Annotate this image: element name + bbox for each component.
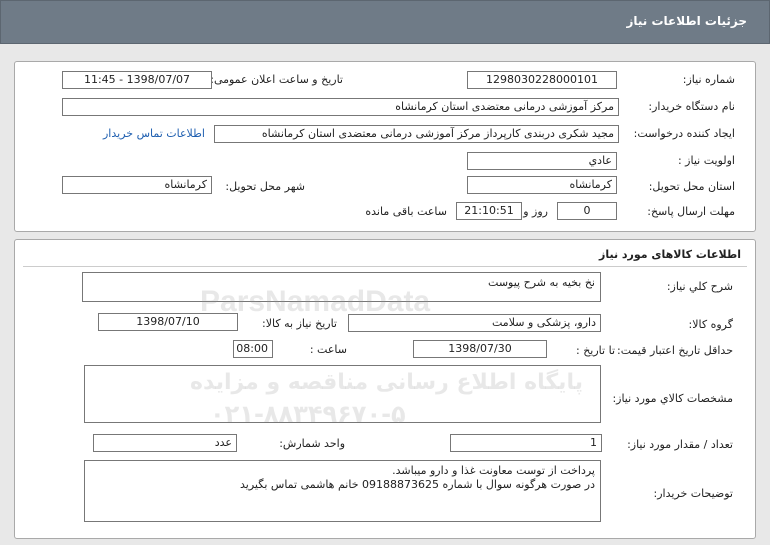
announce-datetime-field[interactable]: 1398/07/07 - 11:45 <box>62 71 212 89</box>
goods-info-panel: اطلاعات کالاهای مورد نیاز شرح کلي نیاز: … <box>14 239 756 539</box>
page-header: جزئیات اطلاعات نیاز <box>0 0 770 44</box>
goods-section-title: اطلاعات کالاهای مورد نیاز <box>599 248 741 261</box>
goods-group-field[interactable]: دارو، پزشکی و سلامت <box>348 314 601 332</box>
need-number-label: شماره نیاز: <box>682 73 735 86</box>
city-label: شهر محل تحویل: <box>225 180 305 193</box>
hour-field[interactable]: 08:00 <box>233 340 273 358</box>
announce-datetime-label: تاریخ و ساعت اعلان عمومی: <box>210 73 343 86</box>
days-remaining-field[interactable]: 0 <box>557 202 617 220</box>
need-date-field[interactable]: 1398/07/10 <box>98 313 238 331</box>
buyer-notes-line-2: در صورت هرگونه سوال با شماره 09188873625… <box>240 478 595 491</box>
need-number-field[interactable]: 1298030228000101 <box>467 71 617 89</box>
quantity-label: تعداد / مقدار مورد نیاز: <box>627 438 733 451</box>
buyer-notes-label: توضیحات خریدار: <box>653 487 734 500</box>
until-date-label: تا تاریخ : <box>576 344 615 357</box>
goods-group-label: گروه کالا: <box>688 318 733 331</box>
deadline-label: مهلت ارسال پاسخ: <box>647 205 735 218</box>
min-validity-label: حداقل تاریخ اعتبار قیمت: <box>617 344 733 357</box>
unit-label: واحد شمارش: <box>279 437 345 450</box>
time-remaining-field[interactable]: 21:10:51 <box>456 202 522 220</box>
time-suffix: ساعت باقی مانده <box>365 205 447 218</box>
priority-field[interactable]: عادي <box>467 152 617 170</box>
creator-label: ایجاد کننده درخواست: <box>633 127 735 140</box>
quantity-field[interactable]: 1 <box>450 434 602 452</box>
buyer-org-label: نام دستگاه خریدار: <box>648 100 735 113</box>
buyer-org-field[interactable]: مرکز آموزشی درمانی معتضدی استان کرمانشاه <box>62 98 619 116</box>
specs-field[interactable] <box>84 365 601 423</box>
page-title: جزئیات اطلاعات نیاز <box>626 14 747 28</box>
province-label: استان محل تحویل: <box>648 180 735 193</box>
need-date-label: تاریخ نیاز به کالا: <box>262 317 337 330</box>
until-date-field[interactable]: 1398/07/30 <box>413 340 547 358</box>
province-field[interactable]: کرمانشاه <box>467 176 617 194</box>
section-divider <box>23 266 747 267</box>
hour-label: ساعت : <box>309 343 347 356</box>
specs-label: مشخصات کالاي مورد نیاز: <box>612 392 733 405</box>
buyer-contact-link[interactable]: اطلاعات تماس خریدار <box>103 127 205 140</box>
city-field[interactable]: کرمانشاه <box>62 176 212 194</box>
need-info-panel: شماره نیاز: 1298030228000101 تاریخ و ساع… <box>14 61 756 232</box>
unit-field[interactable]: عدد <box>93 434 237 452</box>
creator-field[interactable]: مجید شکری دربندی کارپرداز مرکز آموزشی در… <box>214 125 619 143</box>
buyer-notes-line-1: پرداخت از توست معاونت غذا و دارو میباشد. <box>392 464 595 477</box>
days-suffix: روز و <box>523 205 548 218</box>
general-desc-label: شرح کلي نیاز: <box>666 280 733 293</box>
priority-label: اولویت نیاز : <box>677 154 735 167</box>
general-desc-field[interactable]: نخ بخیه به شرح پیوست <box>82 272 601 302</box>
buyer-notes-field[interactable]: پرداخت از توست معاونت غذا و دارو میباشد.… <box>84 460 601 522</box>
